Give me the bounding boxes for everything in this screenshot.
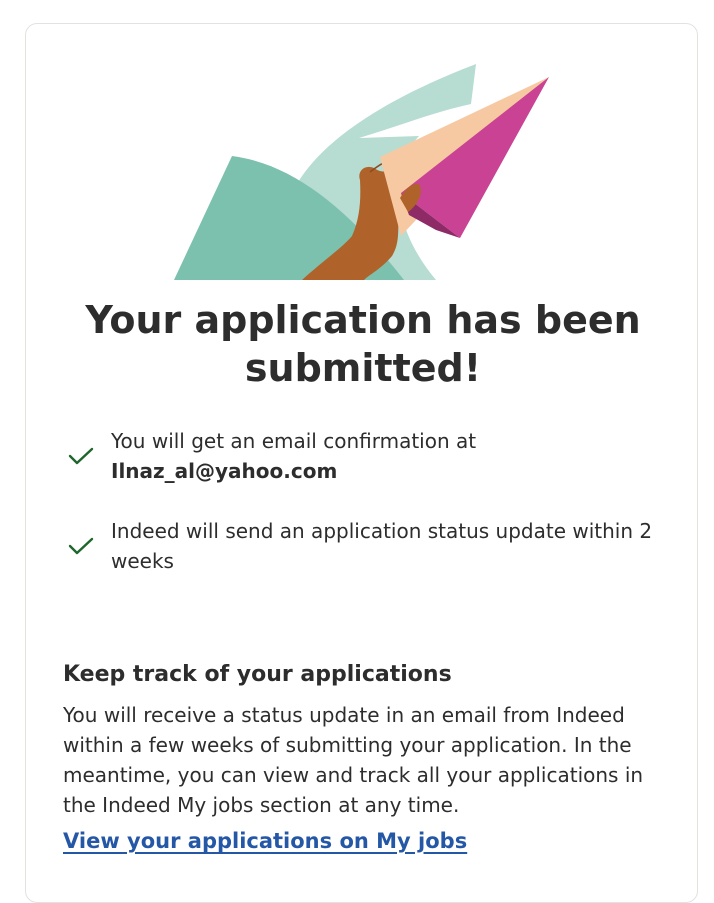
confirmation-card: Your application has been submitted! You… <box>25 23 698 903</box>
checklist-item-status-update: Indeed will send an application status u… <box>66 516 666 576</box>
checkmark-icon <box>68 537 94 555</box>
track-applications-description: You will receive a status update in an e… <box>63 703 644 817</box>
checklist-item-label: You will get an email confirmation at Il… <box>111 426 661 486</box>
email-address: Ilnaz_al@yahoo.com <box>111 459 338 483</box>
status-update-text: Indeed will send an application status u… <box>111 519 653 573</box>
checkmark-icon <box>68 447 94 465</box>
email-confirmation-text: You will get an email confirmation at <box>111 429 477 453</box>
view-my-jobs-link[interactable]: View your applications on My jobs <box>63 826 467 856</box>
paper-plane-illustration <box>174 64 549 280</box>
track-applications-heading: Keep track of your applications <box>63 662 452 687</box>
checklist-item-email: You will get an email confirmation at Il… <box>66 426 666 486</box>
page-title: Your application has been submitted! <box>85 298 641 390</box>
